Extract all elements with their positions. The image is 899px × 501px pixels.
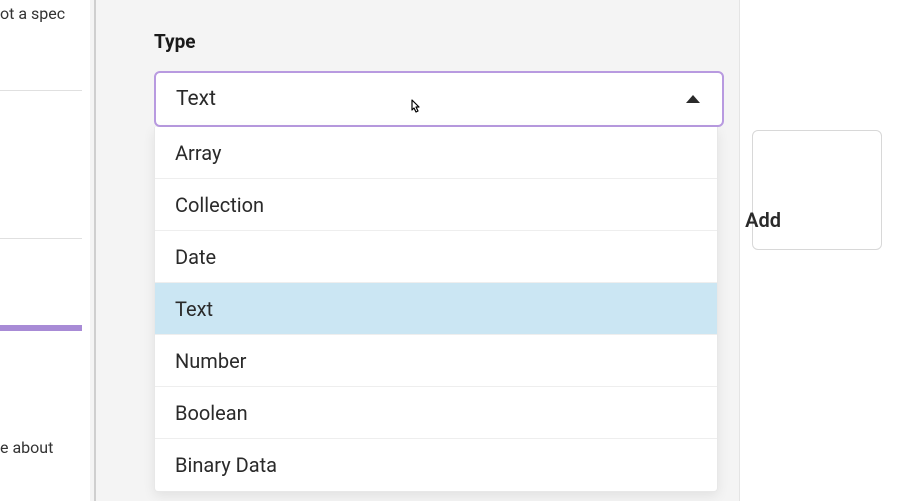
type-select[interactable]: Text	[154, 71, 724, 127]
modal-right-edge	[739, 0, 899, 501]
main-form-panel: Add Type Text ArrayCollectionDateTextNum…	[96, 0, 899, 501]
type-option-number[interactable]: Number	[155, 335, 717, 387]
type-option-collection[interactable]: Collection	[155, 179, 717, 231]
type-option-array[interactable]: Array	[155, 127, 717, 179]
type-option-binary-data[interactable]: Binary Data	[155, 439, 717, 491]
caret-up-icon	[686, 95, 700, 103]
divider	[0, 90, 82, 91]
type-select-wrapper: Text ArrayCollectionDateTextNumberBoolea…	[154, 71, 724, 127]
type-option-boolean[interactable]: Boolean	[155, 387, 717, 439]
left-sidebar-fragment: ot a spec e about	[0, 0, 90, 501]
partial-box	[752, 130, 882, 250]
type-select-value: Text	[176, 87, 216, 111]
accent-bar	[0, 325, 82, 331]
type-dropdown-list: ArrayCollectionDateTextNumberBooleanBina…	[154, 127, 718, 492]
type-option-text[interactable]: Text	[155, 283, 717, 335]
divider	[0, 238, 82, 239]
type-option-date[interactable]: Date	[155, 231, 717, 283]
truncated-text-top: ot a spec	[0, 4, 65, 23]
truncated-text-bottom: e about	[0, 438, 53, 457]
add-button-label[interactable]: Add	[745, 208, 781, 232]
